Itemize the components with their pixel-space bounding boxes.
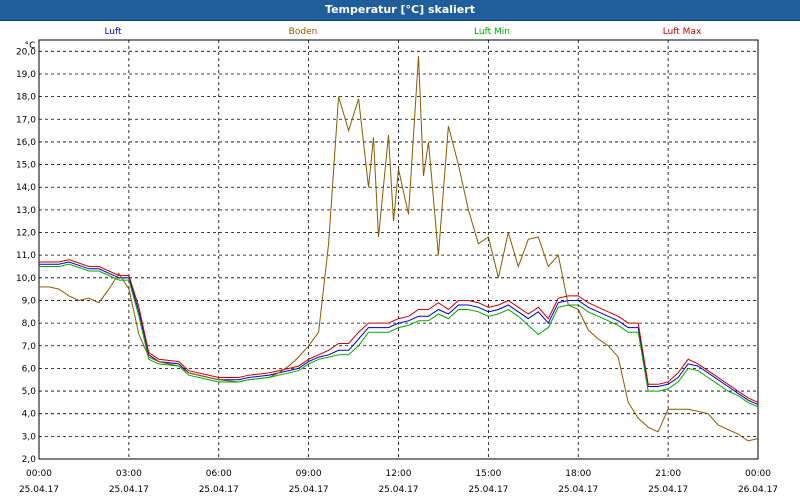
y-tick-label: 16,0 [16,138,36,148]
x-tick-time: 00:00 [26,469,52,479]
x-tick-date: 25.04.17 [199,485,239,495]
y-tick-label: 10,0 [16,274,36,284]
x-tick-time: 21:00 [655,469,681,479]
y-tick-label: 12,0 [16,229,36,239]
x-tick-time: 15:00 [475,469,501,479]
x-tick-date: 25.04.17 [109,485,149,495]
y-tick-label: 14,0 [16,183,36,193]
x-tick-date: 25.04.17 [378,485,418,495]
y-axis-label: °C [25,41,36,51]
y-tick-label: 15,0 [16,161,36,171]
x-tick-date: 25.04.17 [19,485,59,495]
y-tick-label: 2,0 [22,455,37,465]
x-tick-time: 03:00 [116,469,142,479]
legend-entry: Luft Max [663,27,702,37]
x-tick-date: 25.04.17 [468,485,508,495]
y-tick-label: 4,0 [22,410,37,420]
window-title: Temperatur [°C] skaliert [325,3,475,16]
legend-entry: Luft Min [474,27,510,37]
x-axis: 00:00 25.04.17 03:00 25.04.17 06:00 25.04.17 0… [19,469,778,495]
y-tick-label: 18,0 [16,93,36,103]
legend: Luft Boden Luft Min Luft Max [104,27,702,37]
y-tick-label: 6,0 [22,364,37,374]
x-tick-time: 09:00 [296,469,322,479]
x-tick-time: 18:00 [565,469,591,479]
legend-entry: Luft [104,27,122,37]
x-tick-date: 25.04.17 [558,485,598,495]
y-tick-label: 7,0 [22,342,37,352]
y-axis: 2,0 3,0 4,0 5,0 6,0 7,0 8,0 9,0 10,0 11,0 12,0 13,0… [16,47,36,465]
x-tick-date: 25.04.17 [648,485,688,495]
x-tick-time: 00:00 [745,469,771,479]
x-tick-date: 26.04.17 [738,485,778,495]
x-tick-time: 12:00 [386,469,412,479]
y-tick-label: 8,0 [22,319,37,329]
temperature-chart: 2,0 3,0 4,0 5,0 6,0 7,0 8,0 9,0 10,0 11,0 12,0 13,0… [16,27,778,495]
y-tick-label: 3,0 [22,432,37,442]
y-tick-label: 17,0 [16,115,36,125]
legend-entry: Boden [289,27,318,37]
y-tick-label: 11,0 [16,251,36,261]
y-tick-label: 19,0 [16,70,36,80]
window-title-bar: Temperatur [°C] skaliert [0,0,800,21]
x-tick-time: 06:00 [206,469,232,479]
x-tick-date: 25.04.17 [289,485,329,495]
y-tick-label: 9,0 [22,296,37,306]
y-tick-label: 5,0 [22,387,37,397]
y-tick-label: 13,0 [16,206,36,216]
